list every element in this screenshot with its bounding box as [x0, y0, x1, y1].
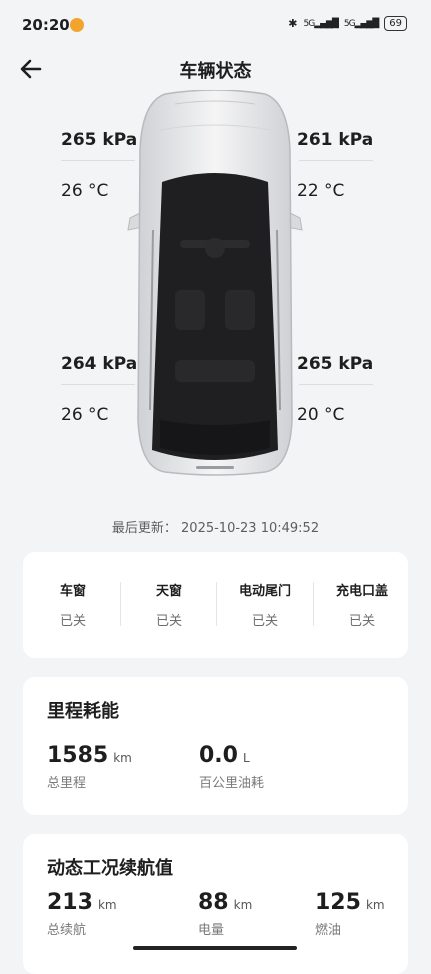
closure-status-card: 车窗 已关 天窗 已关 电动尾门 已关 充电口盖 已关	[23, 552, 408, 658]
status-item-charge-port[interactable]: 充电口盖 已关	[314, 552, 410, 658]
status-bar: 20:20 ✱ 5G▂▄▆█ 5G▂▄▆█ 69	[0, 0, 431, 52]
system-icons: ✱ 5G▂▄▆█ 5G▂▄▆█ 69	[288, 16, 407, 31]
metric-unit: L	[242, 751, 250, 765]
metric-unit: km	[113, 751, 132, 765]
vehicle-overview: 265 kPa 26 °C 261 kPa 22 °C 264 kPa 26 °…	[0, 90, 431, 480]
tire-temperature: 26 °C	[61, 181, 109, 201]
status-value: 已关	[59, 614, 86, 629]
metric-caption: 电量	[198, 923, 225, 938]
signal-label: 5G	[343, 18, 356, 29]
status-label: 车窗	[59, 584, 86, 599]
status-value: 已关	[251, 614, 278, 629]
tire-rear-right: 265 kPa 20 °C	[297, 354, 397, 425]
page-title: 车辆状态	[179, 61, 252, 82]
tire-front-right: 261 kPa 22 °C	[297, 130, 397, 201]
tire-temperature: 26 °C	[61, 405, 109, 425]
metric-value: 125	[315, 890, 361, 915]
app-notification-icon	[70, 18, 84, 32]
bluetooth-icon: ✱	[288, 17, 298, 30]
status-value: 已关	[348, 614, 375, 629]
status-label: 天窗	[155, 584, 182, 599]
signal-5g-icon: 5G▂▄▆█	[343, 18, 379, 29]
signal-label: 5G	[303, 18, 315, 29]
status-label: 电动尾门	[238, 584, 291, 599]
signal-5g-icon: 5G▂▄▆█	[303, 18, 338, 29]
metric-unit: km	[233, 898, 253, 912]
electric-range: 88 km 电量	[198, 890, 252, 938]
metric-unit: km	[365, 898, 385, 912]
metric-caption: 总里程	[47, 776, 87, 791]
divider	[299, 384, 373, 385]
tire-temperature: 22 °C	[297, 181, 345, 201]
status-item-tailgate[interactable]: 电动尾门 已关	[217, 552, 313, 658]
tire-pressure: 264 kPa	[61, 354, 138, 374]
metric-value: 88	[198, 890, 229, 915]
total-mileage: 1585 km 总里程	[47, 743, 132, 791]
metric-caption: 百公里油耗	[199, 776, 265, 791]
divider	[61, 384, 135, 385]
status-item-sunroof[interactable]: 天窗 已关	[121, 552, 217, 658]
tire-pressure: 265 kPa	[61, 130, 138, 150]
metric-caption: 燃油	[315, 923, 342, 938]
divider	[61, 160, 135, 161]
metric-caption: 总续航	[47, 923, 87, 938]
card-title: 动态工况续航值	[47, 858, 173, 879]
metric-value: 0.0	[199, 743, 238, 768]
tire-temperature: 20 °C	[297, 405, 345, 425]
metric-value: 1585	[47, 743, 109, 768]
divider	[299, 160, 373, 161]
home-indicator[interactable]	[133, 946, 297, 950]
header: 车辆状态	[0, 48, 431, 88]
status-label: 充电口盖	[335, 584, 388, 599]
status-value: 已关	[155, 614, 182, 629]
total-range: 213 km 总续航	[47, 890, 117, 938]
status-item-window[interactable]: 车窗 已关	[25, 552, 121, 658]
metric-value: 213	[47, 890, 93, 915]
tire-pressure: 261 kPa	[297, 130, 374, 150]
last-update-time: 最后更新： 2025-10-23 10:49:52	[111, 521, 320, 536]
mileage-card[interactable]: 里程耗能 1585 km 总里程 0.0 L 百公里油耗	[23, 677, 408, 815]
tire-front-left: 265 kPa 26 °C	[61, 130, 161, 201]
range-card[interactable]: 动态工况续航值 213 km 总续航 88 km 电量 125 km 燃油	[23, 834, 408, 974]
battery-indicator: 69	[384, 16, 407, 31]
tire-rear-left: 264 kPa 26 °C	[61, 354, 161, 425]
fuel-range: 125 km 燃油	[315, 890, 385, 938]
status-time: 20:20	[22, 16, 70, 34]
tire-pressure: 265 kPa	[297, 354, 374, 374]
fuel-consumption: 0.0 L 百公里油耗	[199, 743, 264, 791]
metric-unit: km	[97, 898, 117, 912]
card-title: 里程耗能	[47, 701, 119, 722]
